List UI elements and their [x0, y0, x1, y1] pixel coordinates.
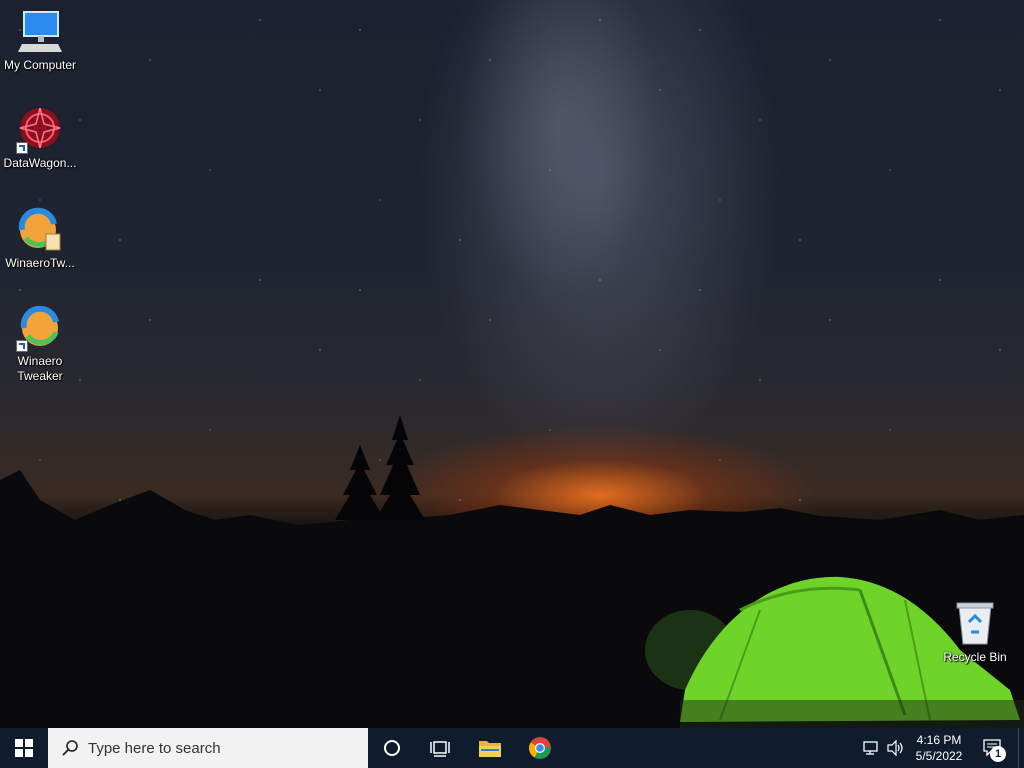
folder-icon	[479, 741, 501, 757]
shortcut-arrow-icon	[16, 142, 28, 154]
desktop-icon-winaero-tweaker[interactable]: Winaero Tweaker	[0, 304, 80, 384]
cortana-button[interactable]	[368, 728, 416, 768]
desktop-icon-label: Winaero Tweaker	[17, 354, 63, 383]
speaker-icon	[887, 740, 903, 756]
desktop-icon-label: WinaeroTw...	[5, 256, 75, 270]
desktop-icon-winaerotweaker-exe[interactable]: WinaeroTw...	[0, 206, 80, 271]
clock-date: 5/5/2022	[915, 749, 963, 763]
datawagon-icon	[16, 106, 64, 154]
start-button[interactable]	[0, 728, 48, 768]
search-box[interactable]: Type here to search	[48, 728, 368, 768]
search-icon	[62, 740, 78, 756]
desktop-icon-datawagon[interactable]: DataWagon...	[0, 106, 80, 171]
desktop-icon-label: Recycle Bin	[943, 650, 1007, 664]
desktop-icon-label: DataWagon...	[3, 156, 77, 170]
circle-icon	[384, 740, 400, 756]
task-view-button[interactable]	[416, 728, 464, 768]
desktop: My Computer DataWagon... WinaeroTw... Wi…	[0, 0, 1024, 728]
clock-time: 4:16 PM	[916, 733, 962, 747]
network-tray-button[interactable]	[858, 728, 884, 768]
desktop-icon-label: My Computer	[3, 58, 77, 72]
taskbar: Type here to search 4:16 PM 5/5/2022 1	[0, 728, 1024, 768]
notification-badge: 1	[990, 746, 1006, 762]
winaero-tweaker-icon	[16, 206, 64, 254]
task-view-icon	[430, 741, 450, 757]
volume-tray-button[interactable]	[884, 728, 908, 768]
search-placeholder: Type here to search	[88, 739, 221, 757]
computer-icon	[16, 8, 64, 56]
recycle-bin-icon	[951, 600, 999, 648]
show-desktop-button[interactable]	[1018, 728, 1024, 768]
file-explorer-button[interactable]	[466, 728, 514, 768]
windows-logo-icon	[15, 739, 33, 757]
desktop-icon-recycle-bin[interactable]: Recycle Bin	[935, 600, 1015, 665]
network-icon	[863, 741, 878, 755]
clock[interactable]: 4:16 PM 5/5/2022	[910, 728, 968, 768]
action-center-button[interactable]: 1	[976, 728, 1010, 768]
chrome-button[interactable]	[516, 728, 564, 768]
shortcut-arrow-icon	[16, 340, 28, 352]
chrome-icon	[529, 737, 551, 759]
desktop-icon-my-computer[interactable]: My Computer	[0, 8, 80, 73]
landscape-silhouette	[0, 415, 1024, 728]
winaero-tweaker-icon	[16, 304, 64, 352]
